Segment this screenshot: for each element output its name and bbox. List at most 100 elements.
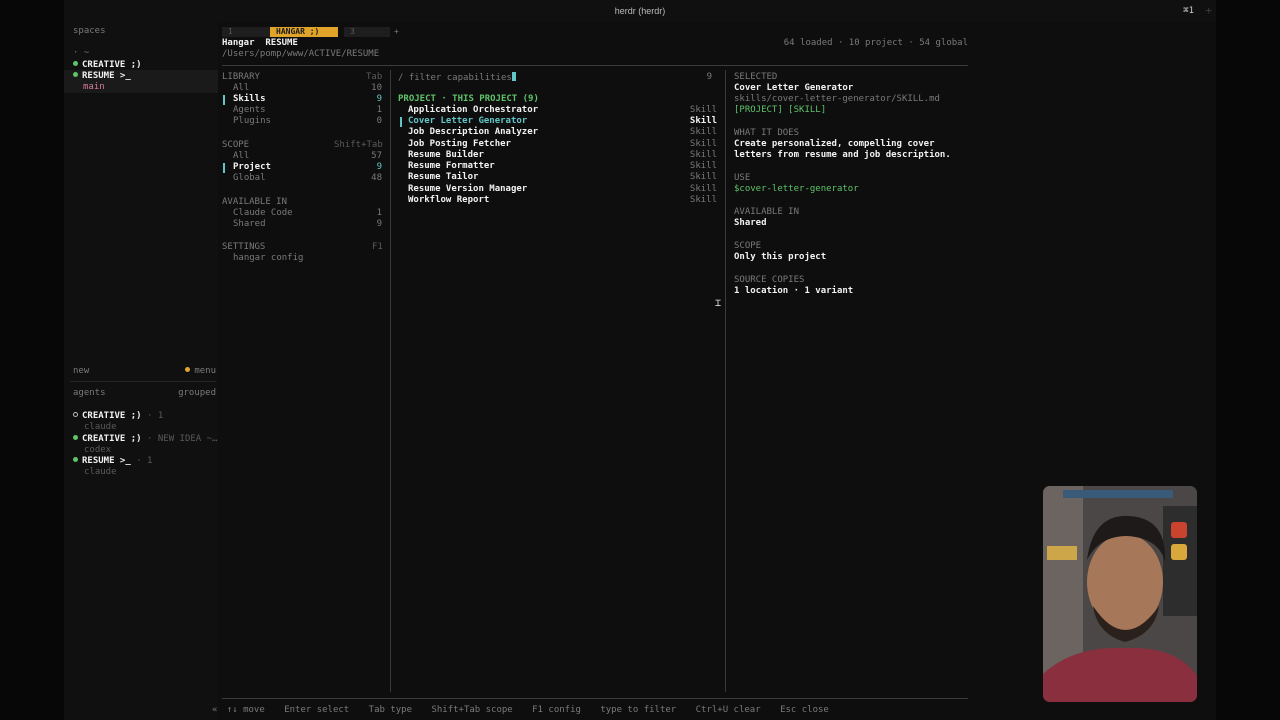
text-cursor-icon: ⌶ [715, 298, 722, 309]
list-item[interactable]: Resume Builder [408, 150, 484, 161]
hangar-config-link[interactable]: hangar config [233, 253, 303, 264]
use-heading: USE [734, 173, 751, 183]
agent-item[interactable]: RESUME >_ · 1 [73, 456, 152, 467]
scope-hint: Shift+Tab [334, 140, 383, 150]
agent-item[interactable]: CREATIVE ;) · NEW IDEA ~… [73, 434, 217, 445]
grouped-toggle[interactable]: grouped [178, 388, 216, 399]
hint-close: Esc close [780, 705, 829, 715]
list-item-type: Skill [689, 161, 717, 171]
group-heading: PROJECT · THIS PROJECT (9) [398, 94, 539, 104]
agent-type: codex [84, 445, 112, 455]
project-path: /Users/pomp/www/ACTIVE/RESUME [222, 49, 380, 59]
library-all[interactable]: All [233, 83, 249, 94]
what-text-line2: letters from resume and job description. [734, 150, 951, 160]
new-space-button[interactable]: new [73, 366, 89, 377]
list-item[interactable]: Resume Formatter [408, 161, 495, 172]
library-all-count: 10 [371, 83, 382, 93]
list-item-type: Skill [689, 116, 717, 126]
available-in-heading: AVAILABLE IN [734, 207, 800, 217]
what-text-line1: Create personalized, compelling cover [734, 139, 935, 149]
webcam-overlay [1043, 486, 1197, 702]
library-agents-count: 1 [376, 105, 382, 115]
filter-placeholder: / filter capabilities [398, 73, 512, 83]
list-item-type: Skill [689, 184, 717, 194]
use-command[interactable]: $cover-letter-generator [734, 184, 859, 194]
menu-label: menu [194, 366, 216, 376]
list-item[interactable]: Workflow Report [408, 195, 489, 206]
window-titlebar: herdr (herdr) ⌘1 + [64, 0, 1216, 23]
available-claude-code-count: 1 [376, 208, 382, 218]
tab-1[interactable]: 1 [222, 27, 270, 37]
space-label: RESUME >_ [82, 71, 131, 81]
what-heading: WHAT IT DOES [734, 128, 800, 138]
hint-filter: type to filter [600, 705, 677, 715]
hint-select: Enter select [284, 705, 350, 715]
right-margin [1216, 0, 1280, 720]
status-dot-icon [73, 457, 78, 462]
selected-heading: SELECTED [734, 72, 778, 82]
status-dot-icon [73, 61, 78, 66]
scope-project[interactable]: Project [233, 162, 271, 173]
menu-button[interactable]: menu [185, 366, 216, 377]
space-label: CREATIVE ;) [82, 60, 142, 70]
spaces-heading: spaces [73, 26, 106, 36]
filter-input[interactable]: / filter capabilities [398, 72, 516, 83]
list-item-type: Skill [689, 139, 717, 149]
space-marker: · [73, 48, 79, 58]
space-item-home[interactable]: · ~ [73, 48, 89, 59]
header-divider [222, 65, 968, 66]
scope-detail-value: Only this project [734, 252, 827, 262]
tab-3[interactable]: 3 [344, 27, 390, 37]
left-margin [0, 0, 64, 720]
new-window-button[interactable]: + [1205, 4, 1212, 17]
window-title: herdr (herdr) [614, 6, 666, 16]
active-marker [223, 163, 225, 173]
list-item-type: Skill [689, 150, 717, 160]
scope-project-count: 9 [376, 162, 382, 172]
hint-scope: Shift+Tab scope [431, 705, 513, 715]
available-heading: AVAILABLE IN [222, 197, 288, 207]
list-item[interactable]: Job Description Analyzer [408, 127, 538, 138]
library-agents[interactable]: Agents [233, 105, 266, 116]
list-item[interactable]: Resume Tailor [408, 172, 478, 183]
tab-hangar[interactable]: HANGAR ;) [270, 27, 338, 37]
list-item-selected[interactable]: Cover Letter Generator [408, 116, 527, 127]
scope-global[interactable]: Global [233, 173, 266, 184]
space-sub-branch[interactable]: main [83, 82, 105, 93]
space-item-resume[interactable]: RESUME >_ [73, 71, 131, 82]
settings-hint: F1 [372, 242, 383, 252]
agent-item[interactable]: CREATIVE ;) · 1 [73, 411, 163, 422]
list-item-type: Skill [689, 195, 717, 205]
list-item-type: Skill [689, 127, 717, 137]
selected-name: Cover Letter Generator [734, 83, 854, 93]
list-item[interactable]: Resume Version Manager [408, 184, 527, 195]
library-skills[interactable]: Skills [233, 94, 266, 105]
list-item[interactable]: Job Posting Fetcher [408, 139, 511, 150]
available-claude-code[interactable]: Claude Code [233, 208, 293, 219]
library-skills-count: 9 [376, 94, 382, 104]
list-item[interactable]: Application Orchestrator [408, 105, 538, 116]
source-value: 1 location · 1 variant [734, 286, 854, 296]
space-label: ~ [83, 48, 90, 58]
available-shared[interactable]: Shared [233, 219, 266, 230]
loaded-stats: 64 loaded · 10 project · 54 global [783, 38, 968, 48]
list-item-type: Skill [689, 105, 717, 115]
footer-arrow-icon: « [212, 705, 218, 715]
space-item-creative[interactable]: CREATIVE ;) [73, 60, 142, 71]
scope-global-count: 48 [371, 173, 382, 183]
selected-path: skills/cover-letter-generator/SKILL.md [734, 94, 940, 104]
library-heading: LIBRARY [222, 72, 260, 82]
status-dot-icon [73, 435, 78, 440]
source-heading: SOURCE COPIES [734, 275, 805, 285]
presenter-video-icon [1043, 486, 1197, 702]
scope-all[interactable]: All [233, 151, 249, 162]
agent-space-name: RESUME >_ [82, 456, 131, 466]
agent-meta: · NEW IDEA ~… [147, 434, 218, 444]
context-name: RESUME [265, 38, 298, 48]
library-plugins[interactable]: Plugins [233, 116, 271, 127]
status-dot-icon [73, 72, 78, 77]
new-tab-button[interactable]: + [388, 27, 405, 37]
settings-heading: SETTINGS [222, 242, 266, 252]
column-divider [390, 70, 391, 692]
available-in-value: Shared [734, 218, 767, 228]
